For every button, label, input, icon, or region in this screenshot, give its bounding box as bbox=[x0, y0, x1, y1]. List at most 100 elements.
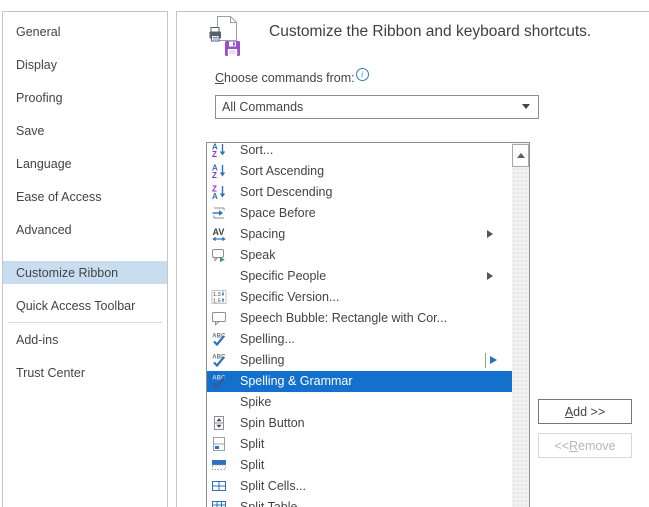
sidebar-item-label: Customize Ribbon bbox=[16, 265, 119, 280]
sort-az-icon: AZ bbox=[211, 143, 227, 158]
sidebar-item-label: General bbox=[16, 24, 61, 39]
sidebar-item-display[interactable]: Display bbox=[3, 48, 167, 81]
split-window-icon bbox=[211, 436, 227, 452]
list-item-split-cells[interactable]: Split Cells... bbox=[207, 476, 512, 497]
remove-button[interactable]: << Remove bbox=[538, 433, 632, 458]
list-item-specific-version[interactable]: 1.3 1.5 Specific Version... bbox=[207, 287, 512, 308]
list-item-sort-descending[interactable]: Z A Sort Descending bbox=[207, 182, 512, 203]
scroll-up-icon bbox=[516, 149, 525, 158]
list-item-label: Specific People bbox=[240, 269, 327, 283]
list-item-label: Split Table bbox=[240, 500, 298, 507]
submenu-arrow-icon bbox=[487, 230, 497, 238]
list-item-speech-bubble-rectangle-with-cor[interactable]: Speech Bubble: Rectangle with Cor... bbox=[207, 308, 512, 329]
speech-bubble-icon bbox=[211, 310, 227, 326]
list-item-spacing[interactable]: AV Spacing bbox=[207, 224, 512, 245]
sidebar-item-label: Trust Center bbox=[16, 365, 86, 380]
svg-text:Z: Z bbox=[212, 150, 217, 158]
list-item-label: Space Before bbox=[240, 206, 316, 220]
list-item-spelling[interactable]: ABC Spelling... bbox=[207, 329, 512, 350]
submenu-arrow-icon bbox=[487, 272, 497, 280]
spelling-icon: ABC bbox=[211, 352, 227, 368]
spacing-icon: AV bbox=[211, 226, 227, 242]
list-item-label: Speech Bubble: Rectangle with Cor... bbox=[240, 311, 448, 325]
list-item-label: Spelling bbox=[240, 353, 285, 367]
split-horizontal-icon bbox=[211, 457, 227, 473]
list-item-label: Spelling... bbox=[240, 332, 295, 346]
submenu-arrow-group bbox=[485, 352, 501, 368]
sidebar-item-label: Proofing bbox=[16, 90, 63, 105]
split-table-icon bbox=[211, 499, 227, 507]
word-options-dialog: General Display Proofing Save Language Ease o… bbox=[0, 0, 649, 507]
commands-source-dropdown[interactable]: All Commands bbox=[215, 95, 539, 119]
list-item-speak[interactable]: Speak bbox=[207, 245, 512, 266]
list-item-sort[interactable]: A Z Sort... bbox=[207, 143, 512, 161]
list-item-label: Speak bbox=[240, 248, 276, 262]
list-item-label: Sort Descending bbox=[240, 185, 333, 199]
list-item-spelling-grammar[interactable]: ABC Spelling & Grammar bbox=[207, 370, 512, 392]
sidebar-item-label: Advanced bbox=[16, 222, 72, 237]
sidebar-item-ease-of-access[interactable]: Ease of Access bbox=[3, 180, 167, 213]
sidebar-item-save[interactable]: Save bbox=[3, 114, 167, 147]
list-item-label: Specific Version... bbox=[240, 290, 340, 304]
sidebar-item-language[interactable]: Language bbox=[3, 147, 167, 180]
svg-text:1.5: 1.5 bbox=[213, 299, 221, 305]
spin-button-icon bbox=[211, 415, 227, 431]
spelling-icon: ABC bbox=[211, 331, 227, 347]
sort-az-icon: AZ bbox=[211, 163, 227, 179]
list-item-specific-people[interactable]: Specific People bbox=[207, 266, 512, 287]
choose-commands-row: Choose commands from: i bbox=[215, 68, 369, 85]
list-item-split[interactable]: Split bbox=[207, 455, 512, 476]
svg-text:Z: Z bbox=[212, 171, 217, 179]
split-cells-icon bbox=[211, 478, 227, 494]
speak-icon bbox=[211, 247, 227, 263]
sidebar-item-label: Display bbox=[16, 57, 57, 72]
list-item-space-before[interactable]: Space Before bbox=[207, 203, 512, 224]
list-item-label: Split Cells... bbox=[240, 479, 306, 493]
commands-listbox: A Z Sort... A Z Sort Ascending Z A Sort Descendi… bbox=[206, 142, 530, 507]
svg-text:A: A bbox=[212, 192, 218, 200]
space-before-icon bbox=[211, 205, 227, 221]
listbox-scrollbar[interactable] bbox=[512, 143, 529, 507]
choose-commands-label: Choose commands from: bbox=[215, 71, 355, 85]
add-button[interactable]: Add >> bbox=[538, 399, 632, 424]
none bbox=[211, 394, 227, 410]
spelling-grammar-icon: ABC bbox=[211, 373, 227, 389]
list-item-spin-button[interactable]: Spin Button bbox=[207, 413, 512, 434]
dropdown-selected-value: All Commands bbox=[222, 100, 304, 114]
list-item-sort-ascending[interactable]: A Z Sort Ascending bbox=[207, 161, 512, 182]
none bbox=[211, 268, 227, 284]
commands-rows: A Z Sort... A Z Sort Ascending Z A Sort Descendi… bbox=[207, 143, 512, 507]
list-item-label: Sort... bbox=[240, 143, 274, 157]
sidebar-item-label: Language bbox=[16, 156, 72, 171]
sidebar-item-general[interactable]: General bbox=[3, 15, 167, 48]
list-item-label: Split bbox=[240, 458, 265, 472]
sidebar-item-customize-ribbon[interactable]: Customize Ribbon bbox=[3, 256, 167, 289]
customize-ribbon-icon bbox=[208, 15, 246, 64]
scroll-up-button[interactable] bbox=[512, 144, 529, 167]
sidebar-item-proofing[interactable]: Proofing bbox=[3, 81, 167, 114]
sidebar-item-advanced[interactable]: Advanced bbox=[3, 213, 167, 246]
svg-text:AV: AV bbox=[213, 227, 225, 237]
sidebar-item-add-ins[interactable]: Add-ins bbox=[3, 323, 167, 356]
sidebar-item-quick-access-toolbar[interactable]: Quick Access Toolbar bbox=[3, 289, 167, 322]
info-icon[interactable]: i bbox=[355, 68, 369, 81]
list-item-label: Spin Button bbox=[240, 416, 305, 430]
list-item-split-table[interactable]: Split Table bbox=[207, 497, 512, 507]
list-item-split[interactable]: Split bbox=[207, 434, 512, 455]
page-title: Customize the Ribbon and keyboard shortc… bbox=[269, 23, 592, 40]
customize-ribbon-pane: Customize the Ribbon and keyboard shortc… bbox=[176, 11, 649, 507]
list-item-label: Spike bbox=[240, 395, 272, 409]
sidebar-item-label: Save bbox=[16, 123, 45, 138]
sidebar-item-label: Add-ins bbox=[16, 332, 59, 347]
list-item-spike[interactable]: Spike bbox=[207, 392, 512, 413]
list-item-spelling[interactable]: ABC Spelling bbox=[207, 350, 512, 371]
sidebar-list: General Display Proofing Save Language Ease o… bbox=[3, 12, 167, 389]
svg-text:1.3: 1.3 bbox=[213, 292, 221, 298]
specific-version-icon: 1.3 1.5 bbox=[211, 289, 227, 305]
submenu-arrow-blue-icon bbox=[490, 356, 501, 364]
list-item-label: Split bbox=[240, 437, 265, 451]
options-sidebar: General Display Proofing Save Language Ease o… bbox=[2, 11, 168, 507]
sidebar-item-label: Quick Access Toolbar bbox=[16, 298, 136, 313]
sidebar-item-trust-center[interactable]: Trust Center bbox=[3, 356, 167, 389]
list-item-label: Sort Ascending bbox=[240, 164, 325, 178]
